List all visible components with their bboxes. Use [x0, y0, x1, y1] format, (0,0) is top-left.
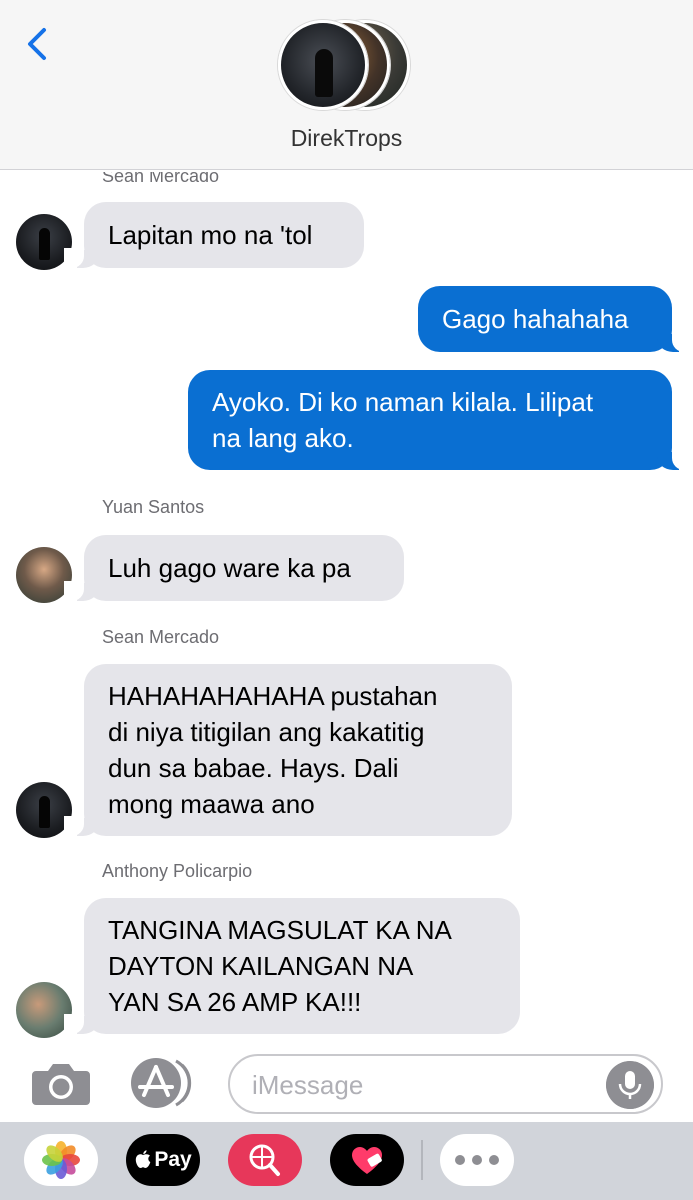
- sender-name: Yuan Santos: [102, 497, 205, 517]
- message-text-line: na lang ako.: [212, 423, 354, 453]
- message-text-line: di niya titigilan ang kakatitig: [108, 717, 425, 747]
- sender-name: Anthony Policarpio: [102, 861, 253, 881]
- message-bubble-sent[interactable]: Ayoko. Di ko naman kilala. Lilipat na la…: [188, 370, 692, 470]
- compose-bar: [0, 1045, 693, 1123]
- group-avatar-stack[interactable]: [278, 20, 418, 112]
- message-text-line: Ayoko. Di ko naman kilala. Lilipat: [212, 387, 594, 417]
- search-globe-icon: [249, 1144, 280, 1176]
- app-drawer: Pay: [0, 1122, 693, 1200]
- imessage-input[interactable]: [252, 1066, 602, 1104]
- message-bubble-received[interactable]: Luh gago ware ka pa: [64, 535, 404, 601]
- apple-pay-button[interactable]: Pay: [126, 1134, 200, 1186]
- photos-icon: [42, 1141, 80, 1179]
- digital-touch-button[interactable]: [330, 1134, 404, 1186]
- message-text: Lapitan mo na 'tol: [108, 220, 313, 250]
- microphone-icon[interactable]: [606, 1061, 654, 1109]
- conversation-header: DirekTrops: [0, 0, 693, 170]
- photos-app-button[interactable]: [24, 1134, 98, 1186]
- drawer-divider: [421, 1140, 423, 1180]
- message-bubble-received[interactable]: HAHAHAHAHAHA pustahan di niya titigilan …: [64, 664, 512, 836]
- message-text-line: YAN SA 26 AMP KA!!!: [108, 987, 362, 1017]
- message-bubble-received[interactable]: TANGINA MAGSULAT KA NA DAYTON KAILANGAN …: [64, 898, 520, 1034]
- search-app-button[interactable]: [228, 1134, 302, 1186]
- group-name[interactable]: DirekTrops: [0, 125, 693, 152]
- imessage-field[interactable]: [228, 1054, 663, 1114]
- app-store-icon[interactable]: [130, 1057, 196, 1109]
- group-avatar-1: [278, 20, 368, 110]
- message-bubble-received[interactable]: Lapitan mo na 'tol: [64, 202, 364, 268]
- message-text-line: dun sa babae. Hays. Dali: [108, 753, 399, 783]
- message-text-line: DAYTON KAILANGAN NA: [108, 951, 414, 981]
- apple-pay-label: Pay: [154, 1148, 192, 1171]
- camera-icon[interactable]: [30, 1059, 92, 1107]
- message-text-line: TANGINA MAGSULAT KA NA: [108, 915, 452, 945]
- more-icon[interactable]: [440, 1134, 514, 1186]
- heart-icon: [352, 1147, 382, 1174]
- apple-logo-icon: [136, 1150, 151, 1168]
- sender-name: Sean Mercado: [102, 627, 220, 647]
- message-text-line: mong maawa ano: [108, 789, 315, 819]
- message-text: Luh gago ware ka pa: [108, 553, 351, 583]
- message-text-line: HAHAHAHAHAHA pustahan: [108, 681, 438, 711]
- message-bubble-sent[interactable]: Gago hahahaha: [418, 286, 692, 352]
- back-chevron-icon[interactable]: [20, 24, 56, 64]
- message-text: Gago hahahaha: [442, 304, 629, 334]
